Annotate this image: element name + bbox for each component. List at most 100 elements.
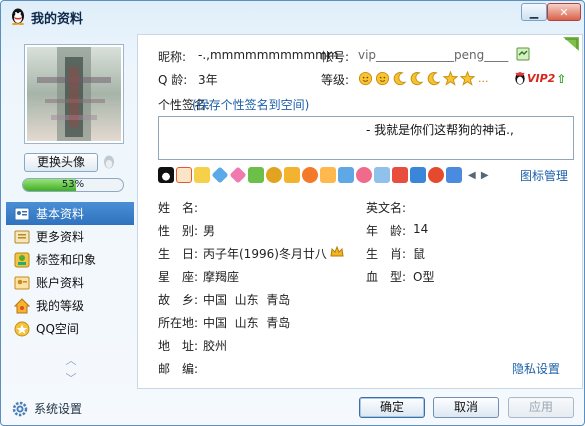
hometown-label: 故 乡: bbox=[158, 293, 199, 307]
minimize-button[interactable]: ▁ bbox=[521, 3, 547, 21]
sidebar-item-label: 更多资料 bbox=[36, 230, 85, 244]
qq-game-icon[interactable] bbox=[428, 167, 444, 183]
vip-card-icon[interactable] bbox=[176, 167, 192, 183]
signature-field[interactable]: - 我就是你们这帮狗的神话., bbox=[158, 116, 574, 160]
sidebar-item-my-level[interactable]: 我的等级 bbox=[6, 294, 134, 317]
level-more: ... bbox=[478, 72, 489, 85]
privacy-settings-link[interactable]: 隐私设置 bbox=[512, 360, 560, 377]
qzone-icon bbox=[14, 321, 30, 336]
green-card-icon[interactable] bbox=[248, 167, 264, 183]
zodiac-label: 生 肖: bbox=[366, 247, 407, 261]
zodiac-value: 鼠 bbox=[413, 247, 426, 261]
vip-badge[interactable]: VIP2 ⇧ bbox=[513, 71, 566, 86]
age-value: 14 bbox=[413, 222, 429, 236]
nickname-label: 昵称: bbox=[158, 50, 187, 64]
birthday-crown-icon bbox=[330, 246, 344, 257]
avatar-image bbox=[27, 47, 121, 141]
level-house-icon bbox=[14, 297, 30, 313]
level-label: 等级: bbox=[321, 73, 350, 87]
location-value: 中国 山东 青岛 bbox=[203, 316, 291, 330]
vip-level: VIP2 bbox=[527, 72, 556, 85]
sidebar-nav: 基本资料 更多资料 标签和印象 账户资料 我的等级 QQ空间 bbox=[6, 202, 134, 340]
toolbar-scroll-arrows-icon[interactable]: ◀ ▶ bbox=[468, 170, 490, 181]
gold-coin-icon[interactable] bbox=[266, 167, 282, 183]
progress-label: 53% bbox=[61, 179, 85, 190]
diamond-blue-icon[interactable] bbox=[211, 166, 229, 184]
sun-icon bbox=[358, 71, 373, 86]
icon-manage-link[interactable]: 图标管理 bbox=[520, 167, 568, 184]
qq-penguin-icon bbox=[12, 8, 24, 25]
gear-icon bbox=[12, 401, 28, 416]
qage-value: 3年 bbox=[198, 73, 218, 87]
level-icons[interactable]: ... bbox=[358, 71, 489, 86]
music-icon[interactable] bbox=[284, 167, 300, 183]
ok-button[interactable]: 确定 bbox=[359, 397, 425, 418]
copy-account-icon[interactable] bbox=[516, 47, 530, 61]
gender-value: 男 bbox=[203, 224, 216, 238]
sidebar-item-label: 基本资料 bbox=[36, 207, 85, 221]
more-info-icon bbox=[14, 230, 30, 243]
sidebar-scroll-up-icon[interactable]: ︿ bbox=[64, 355, 78, 366]
moon-icon bbox=[410, 72, 424, 86]
sidebar-item-tags[interactable]: 标签和印象 bbox=[6, 248, 134, 271]
sidebar-item-label: 账户资料 bbox=[36, 276, 85, 290]
sidebar-item-basic-info[interactable]: 基本资料 bbox=[6, 202, 134, 225]
icon-toolbar: ◀ ▶ bbox=[158, 165, 582, 185]
sidebar-item-more-info[interactable]: 更多资料 bbox=[6, 225, 134, 248]
photo-icon[interactable] bbox=[338, 167, 354, 183]
window-icon[interactable] bbox=[410, 167, 426, 183]
yellow-card-icon[interactable] bbox=[194, 167, 210, 183]
constellation-value: 摩羯座 bbox=[203, 270, 240, 284]
sidebar-scroll-down-icon[interactable]: ﹀ bbox=[64, 373, 78, 384]
birthday-value: 丙子年(1996)冬月廿八 bbox=[203, 247, 327, 261]
sidebar: 更换头像 53% 基本资料 更多资料 标签和印象 账户资料 我的等级 QQ空间 … bbox=[4, 34, 136, 424]
penguin-icon[interactable] bbox=[158, 167, 174, 183]
cancel-button[interactable]: 取消 bbox=[433, 397, 499, 418]
apply-button[interactable]: 应用 bbox=[508, 397, 574, 418]
vip-up-arrow-icon: ⇧ bbox=[556, 71, 567, 86]
sidebar-item-label: QQ空间 bbox=[36, 322, 79, 336]
avatar[interactable] bbox=[24, 44, 124, 144]
sidebar-item-qzone[interactable]: QQ空间 bbox=[6, 317, 134, 340]
blood-type-value: O型 bbox=[413, 270, 435, 284]
qq-show-icon[interactable] bbox=[102, 154, 116, 170]
profile-window: 我的资料 ▁ ✕ 更换头像 53% 基本资料 更多资料 标签和印象 账户资料 我… bbox=[0, 0, 585, 426]
vip-penguin-icon bbox=[515, 72, 525, 85]
close-icon: ✕ bbox=[559, 5, 569, 19]
signature-text: - 我就是你们这帮狗的神话., bbox=[366, 123, 514, 137]
show-icon[interactable] bbox=[356, 167, 372, 183]
location-label: 所在地: bbox=[158, 316, 199, 330]
minimize-icon: ▁ bbox=[529, 5, 539, 19]
pet-penguin-icon[interactable] bbox=[446, 167, 462, 183]
change-avatar-button[interactable]: 更换头像 bbox=[24, 153, 98, 172]
sidebar-item-account[interactable]: 账户资料 bbox=[6, 271, 134, 294]
account-label: 帐号: bbox=[321, 50, 350, 64]
system-settings-label: 系统设置 bbox=[34, 402, 83, 416]
profile-card-icon bbox=[14, 207, 30, 220]
calendar-icon[interactable] bbox=[392, 167, 408, 183]
game-icon[interactable] bbox=[302, 167, 318, 183]
sidebar-item-label: 我的等级 bbox=[36, 299, 85, 313]
hometown-value: 中国 山东 青岛 bbox=[203, 293, 291, 307]
corner-fold-icon bbox=[563, 37, 579, 51]
gender-label: 性 别: bbox=[158, 224, 199, 238]
system-settings-button[interactable]: 系统设置 bbox=[12, 400, 82, 417]
moon-icon bbox=[427, 72, 441, 86]
sun-icon bbox=[375, 71, 390, 86]
mail-icon[interactable] bbox=[374, 167, 390, 183]
blood-type-label: 血 型: bbox=[366, 270, 407, 284]
postcode-label: 邮 编: bbox=[158, 362, 199, 376]
star-icon bbox=[460, 71, 475, 86]
save-signature-link[interactable]: (保存个性签名到空间) bbox=[192, 96, 309, 113]
diamond-pink-icon[interactable] bbox=[229, 166, 247, 184]
star-icon bbox=[443, 71, 458, 86]
tag-icon bbox=[14, 252, 30, 267]
name-label: 姓 名: bbox=[158, 201, 199, 215]
pet-icon[interactable] bbox=[320, 167, 336, 183]
moon-icon bbox=[393, 72, 407, 86]
qage-label: Q 龄: bbox=[158, 73, 188, 87]
close-button[interactable]: ✕ bbox=[547, 3, 581, 21]
profile-completion-progress: 53% bbox=[22, 178, 124, 192]
address-value: 胶州 bbox=[203, 339, 228, 353]
account-icon bbox=[14, 276, 30, 289]
